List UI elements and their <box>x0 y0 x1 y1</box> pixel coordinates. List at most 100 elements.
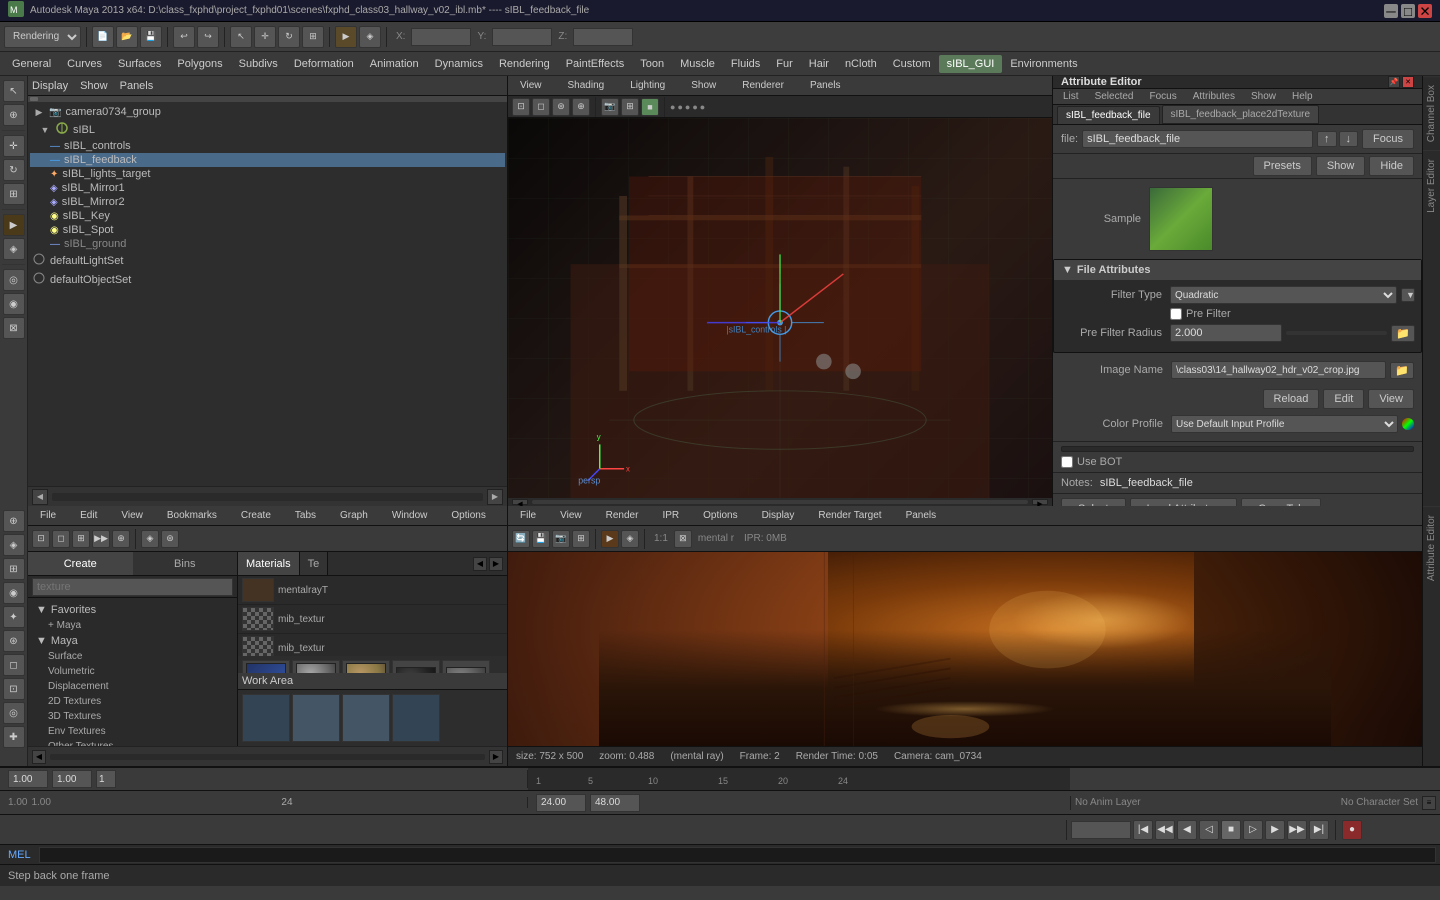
ipr-button[interactable]: ◈ <box>359 26 381 48</box>
ne-window-menu[interactable]: Window <box>384 507 436 524</box>
menu-painteffects[interactable]: PaintEffects <box>558 55 633 73</box>
show-manipulator-button[interactable]: ◎ <box>3 269 25 291</box>
ae-close-button[interactable]: ✕ <box>1402 76 1414 88</box>
vp-view-menu[interactable]: View <box>512 77 550 94</box>
nc-tab-bins[interactable]: Bins <box>133 552 238 575</box>
ne-toolbar-btn-7[interactable]: ⊛ <box>161 530 179 548</box>
timeline-start-input[interactable] <box>8 770 48 788</box>
mat-tab-materials[interactable]: Materials <box>238 552 300 575</box>
lt-bottom-btn-10[interactable]: ✚ <box>3 726 25 748</box>
tree-item-sibl[interactable]: ▼ sIBL <box>30 120 505 139</box>
select-tool-button[interactable]: ↖ <box>230 26 252 48</box>
vp-camera-btn[interactable]: 📷 <box>601 98 619 116</box>
open-button[interactable]: 📂 <box>116 26 138 48</box>
mat-thumb-ball-1[interactable]: ball_... <box>242 660 290 673</box>
menu-rendering[interactable]: Rendering <box>491 55 558 73</box>
rv-toolbar-btn-3[interactable]: 📷 <box>552 530 570 548</box>
menu-deformation[interactable]: Deformation <box>286 55 362 73</box>
ne-tabs-menu[interactable]: Tabs <box>287 507 324 524</box>
fr-anim-end[interactable] <box>590 794 640 812</box>
rv-toolbar-btn-4[interactable]: ⊞ <box>572 530 590 548</box>
y-input[interactable] <box>492 28 552 46</box>
ae-pre-filter-radius-input[interactable] <box>1170 324 1282 342</box>
tree-item-sibl-ground[interactable]: — sIBL_ground <box>30 237 505 251</box>
work-thumb-4[interactable] <box>392 694 440 742</box>
paint-select-button[interactable]: ⊕ <box>3 104 25 126</box>
outliner-show-menu[interactable]: Show <box>80 80 108 92</box>
vp-panels-menu[interactable]: Panels <box>802 77 849 94</box>
vp-mode-btn[interactable]: ■ <box>641 98 659 116</box>
timeline-frame-input[interactable] <box>96 770 116 788</box>
outliner-scrollbar-h[interactable] <box>52 493 483 501</box>
attr-editor-side-tab[interactable]: Attribute Editor <box>1423 506 1440 589</box>
vp-grid-btn[interactable]: ⊞ <box>621 98 639 116</box>
render-image[interactable] <box>508 552 1422 746</box>
lt-bottom-btn-3[interactable]: ⊞ <box>3 558 25 580</box>
mode-dropdown[interactable]: Rendering Modeling Animation <box>4 26 81 48</box>
menu-environments[interactable]: Environments <box>1002 55 1085 73</box>
maximize-button[interactable]: □ <box>1401 4 1415 18</box>
menu-animation[interactable]: Animation <box>362 55 427 73</box>
node-cat-maya[interactable]: ▼ Maya <box>32 633 233 649</box>
vp-scrollbar-h[interactable] <box>532 500 1028 504</box>
ne-toolbar-btn-2[interactable]: ◻ <box>52 530 70 548</box>
rv-ipr-menu[interactable]: IPR <box>654 507 687 524</box>
soft-select-button[interactable]: ◉ <box>3 293 25 315</box>
menu-polygons[interactable]: Polygons <box>169 55 230 73</box>
rv-render-menu[interactable]: Render <box>598 507 647 524</box>
ae-use-bot-checkbox[interactable] <box>1061 456 1073 468</box>
lt-bottom-btn-8[interactable]: ⊡ <box>3 678 25 700</box>
menu-hair[interactable]: Hair <box>801 55 837 73</box>
tree-item-sibl-key[interactable]: ◉ sIBL_Key <box>30 209 505 223</box>
menu-fluids[interactable]: Fluids <box>723 55 768 73</box>
ne-scroll-right[interactable]: ▶ <box>489 750 503 764</box>
mib-item-3[interactable]: mib_textur <box>238 634 507 656</box>
ae-tab-show[interactable]: Show <box>1245 89 1282 104</box>
menu-general[interactable]: General <box>4 55 59 73</box>
rv-render-btn[interactable]: ▶ <box>601 530 619 548</box>
rotate-tool-button[interactable]: ↻ <box>3 159 25 181</box>
ipr-tool-button[interactable]: ◈ <box>3 238 25 260</box>
symmetry-button[interactable]: ⊠ <box>3 317 25 339</box>
tree-item-sibl-controls[interactable]: — sIBL_controls <box>30 139 505 153</box>
transport-skip-end[interactable]: ▶| <box>1309 820 1329 840</box>
mat-arrow-right[interactable]: ▶ <box>489 557 503 571</box>
lt-bottom-btn-7[interactable]: ◻ <box>3 654 25 676</box>
menu-toon[interactable]: Toon <box>632 55 672 73</box>
ae-export-button[interactable]: ↓ <box>1339 131 1359 147</box>
vp-toolbar-btn-3[interactable]: ⊛ <box>552 98 570 116</box>
outliner-scroll-left[interactable]: ◀ <box>32 489 48 505</box>
ae-focus-button[interactable]: Focus <box>1362 129 1414 149</box>
node-subcat-maya-plus[interactable]: + Maya <box>32 618 233 633</box>
undo-button[interactable]: ↩ <box>173 26 195 48</box>
lt-bottom-btn-5[interactable]: ✦ <box>3 606 25 628</box>
channel-box-tab[interactable]: Channel Box <box>1423 76 1440 150</box>
menu-muscle[interactable]: Muscle <box>672 55 723 73</box>
transport-step-fwd[interactable]: ▶ <box>1265 820 1285 840</box>
ae-presets-button[interactable]: Presets <box>1253 156 1312 176</box>
tree-item-sibl-spot[interactable]: ◉ sIBL_Spot <box>30 223 505 237</box>
ae-body-scrollbar[interactable] <box>1061 446 1414 452</box>
rv-options-menu[interactable]: Options <box>695 507 745 524</box>
mat-thumb-4[interactable] <box>392 660 440 673</box>
outliner-panels-menu[interactable]: Panels <box>120 80 154 92</box>
rv-ipr-btn[interactable]: ◈ <box>621 530 639 548</box>
menu-curves[interactable]: Curves <box>59 55 110 73</box>
new-scene-button[interactable]: 📄 <box>92 26 114 48</box>
vp-renderer-menu[interactable]: Renderer <box>734 77 792 94</box>
ae-file-input[interactable] <box>1082 130 1313 148</box>
node-subcat-other-textures[interactable]: Other Textures <box>32 739 233 746</box>
ae-file-attrs-header[interactable]: ▼ File Attributes <box>1054 260 1421 280</box>
ne-toolbar-btn-5[interactable]: ⊕ <box>112 530 130 548</box>
node-subcat-surface[interactable]: Surface <box>32 649 233 664</box>
rv-panels-menu[interactable]: Panels <box>898 507 945 524</box>
vp-toolbar-btn-1[interactable]: ⊡ <box>512 98 530 116</box>
mel-command-input[interactable] <box>39 847 1436 863</box>
rv-file-menu[interactable]: File <box>512 507 544 524</box>
lt-bottom-btn-1[interactable]: ⊕ <box>3 510 25 532</box>
scale-tool-button[interactable]: ⊞ <box>3 183 25 205</box>
lt-bottom-btn-2[interactable]: ◈ <box>3 534 25 556</box>
top-viewport-canvas[interactable]: |sIBL_controls | x y persp <box>508 118 1052 498</box>
layer-editor-tab[interactable]: Layer Editor <box>1423 150 1440 221</box>
move-tool-button[interactable]: ✛ <box>3 135 25 157</box>
